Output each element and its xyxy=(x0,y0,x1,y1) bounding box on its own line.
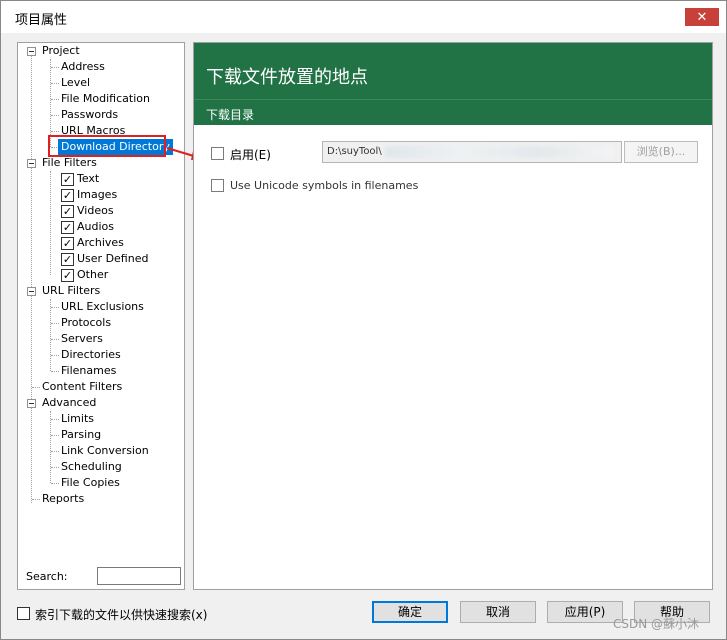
tree-item-servers[interactable]: Servers xyxy=(61,331,103,347)
close-icon: ✕ xyxy=(696,9,708,25)
section-title: 下载目录 xyxy=(206,108,255,122)
tree-item-link-conversion[interactable]: Link Conversion xyxy=(61,443,149,459)
annotation-box xyxy=(48,135,166,157)
tree-item-protocols[interactable]: Protocols xyxy=(61,315,111,331)
tree-item-url-exclusions[interactable]: URL Exclusions xyxy=(61,299,144,315)
checkbox-checked-icon[interactable]: ✓ xyxy=(61,189,74,202)
cancel-button[interactable]: 取消 xyxy=(460,601,536,623)
tree-connector xyxy=(51,83,59,84)
tree-connector xyxy=(32,499,40,500)
tree-item-url-filters[interactable]: URL Filters xyxy=(42,283,100,299)
tree-item-content-filters[interactable]: Content Filters xyxy=(42,379,122,395)
tree-item-archives[interactable]: Archives xyxy=(77,235,124,251)
tree-item-text[interactable]: Text xyxy=(77,171,99,187)
tree-connector xyxy=(51,419,59,420)
tree-item-limits[interactable]: Limits xyxy=(61,411,94,427)
collapse-icon[interactable] xyxy=(27,287,36,296)
tree-connector xyxy=(50,59,51,147)
tree-item-user-defined[interactable]: User Defined xyxy=(77,251,148,267)
tree-item-address[interactable]: Address xyxy=(61,59,105,75)
blurred-path xyxy=(385,146,615,158)
collapse-icon[interactable] xyxy=(27,399,36,408)
checkbox-checked-icon[interactable]: ✓ xyxy=(61,221,74,234)
tree-connector xyxy=(50,299,51,371)
header-divider xyxy=(194,99,712,100)
tree-item-directories[interactable]: Directories xyxy=(61,347,121,363)
checkbox-checked-icon[interactable]: ✓ xyxy=(61,173,74,186)
panel-header: 下载文件放置的地点 下载目录 xyxy=(194,43,712,125)
tree-item-reports[interactable]: Reports xyxy=(42,491,84,507)
close-button[interactable]: ✕ xyxy=(685,8,719,26)
window-title: 项目属性 xyxy=(15,13,68,28)
tree-item-advanced[interactable]: Advanced xyxy=(42,395,96,411)
tree-item-filenames[interactable]: Filenames xyxy=(61,363,116,379)
tree-item-file-copies[interactable]: File Copies xyxy=(61,475,120,491)
tree-item-parsing[interactable]: Parsing xyxy=(61,427,101,443)
watermark: CSDN @蘇小沐 xyxy=(613,617,700,631)
tree-connector xyxy=(51,339,59,340)
tree-item-file-filters[interactable]: File Filters xyxy=(42,155,97,171)
checkbox-checked-icon[interactable]: ✓ xyxy=(61,253,74,266)
tree-connector xyxy=(51,131,59,132)
tree-connector xyxy=(50,411,51,483)
ok-button[interactable]: 确定 xyxy=(372,601,448,623)
search-input[interactable] xyxy=(97,567,181,585)
title-bar: 项目属性 ✕ xyxy=(1,1,726,33)
category-tree: Project Address Level File Modification … xyxy=(17,42,185,590)
index-checkbox[interactable] xyxy=(17,607,30,620)
checkbox-checked-icon[interactable]: ✓ xyxy=(61,269,74,282)
index-label[interactable]: 索引下载的文件以供快速搜索(x) xyxy=(35,606,207,623)
browse-button[interactable]: 浏览(B)... xyxy=(624,141,698,163)
tree-connector xyxy=(51,307,59,308)
tree-item-other[interactable]: Other xyxy=(77,267,108,283)
collapse-icon[interactable] xyxy=(27,159,36,168)
search-label: Search: xyxy=(26,570,68,583)
tree-connector xyxy=(51,115,59,116)
collapse-icon[interactable] xyxy=(27,47,36,56)
unicode-checkbox[interactable] xyxy=(211,179,224,192)
tree-item-level[interactable]: Level xyxy=(61,75,90,91)
tree-connector xyxy=(32,387,40,388)
checkbox-checked-icon[interactable]: ✓ xyxy=(61,205,74,218)
tree-item-passwords[interactable]: Passwords xyxy=(61,107,118,123)
tree-connector xyxy=(51,355,59,356)
tree-item-images[interactable]: Images xyxy=(77,187,117,203)
tree-item-file-modification[interactable]: File Modification xyxy=(61,91,150,107)
enable-checkbox[interactable] xyxy=(211,147,224,160)
tree-item-project[interactable]: Project xyxy=(42,43,80,59)
tree-item-scheduling[interactable]: Scheduling xyxy=(61,459,122,475)
tree-connector xyxy=(51,435,59,436)
tree-connector xyxy=(51,323,59,324)
tree-connector xyxy=(51,451,59,452)
tree-connector xyxy=(50,171,51,275)
tree-connector xyxy=(51,371,59,372)
download-path-field[interactable]: D:\suyTool\ xyxy=(322,141,622,163)
apply-button[interactable]: 应用(P) xyxy=(547,601,623,623)
tree-connector xyxy=(51,483,59,484)
download-path-value: D:\suyTool\ xyxy=(327,146,382,157)
tree-item-videos[interactable]: Videos xyxy=(77,203,114,219)
unicode-label[interactable]: Use Unicode symbols in filenames xyxy=(230,179,418,192)
tree-connector xyxy=(31,55,32,503)
settings-panel: 下载文件放置的地点 下载目录 启用(E) D:\suyTool\ 浏览(B)..… xyxy=(193,42,713,590)
tree-item-audios[interactable]: Audios xyxy=(77,219,114,235)
tree-connector xyxy=(51,67,59,68)
page-title: 下载文件放置的地点 xyxy=(206,67,368,88)
tree-connector xyxy=(51,467,59,468)
tree-connector xyxy=(51,99,59,100)
checkbox-checked-icon[interactable]: ✓ xyxy=(61,237,74,250)
project-properties-dialog: 项目属性 ✕ Project Address Level File Modifi… xyxy=(0,0,727,640)
enable-label[interactable]: 启用(E) xyxy=(230,146,271,163)
